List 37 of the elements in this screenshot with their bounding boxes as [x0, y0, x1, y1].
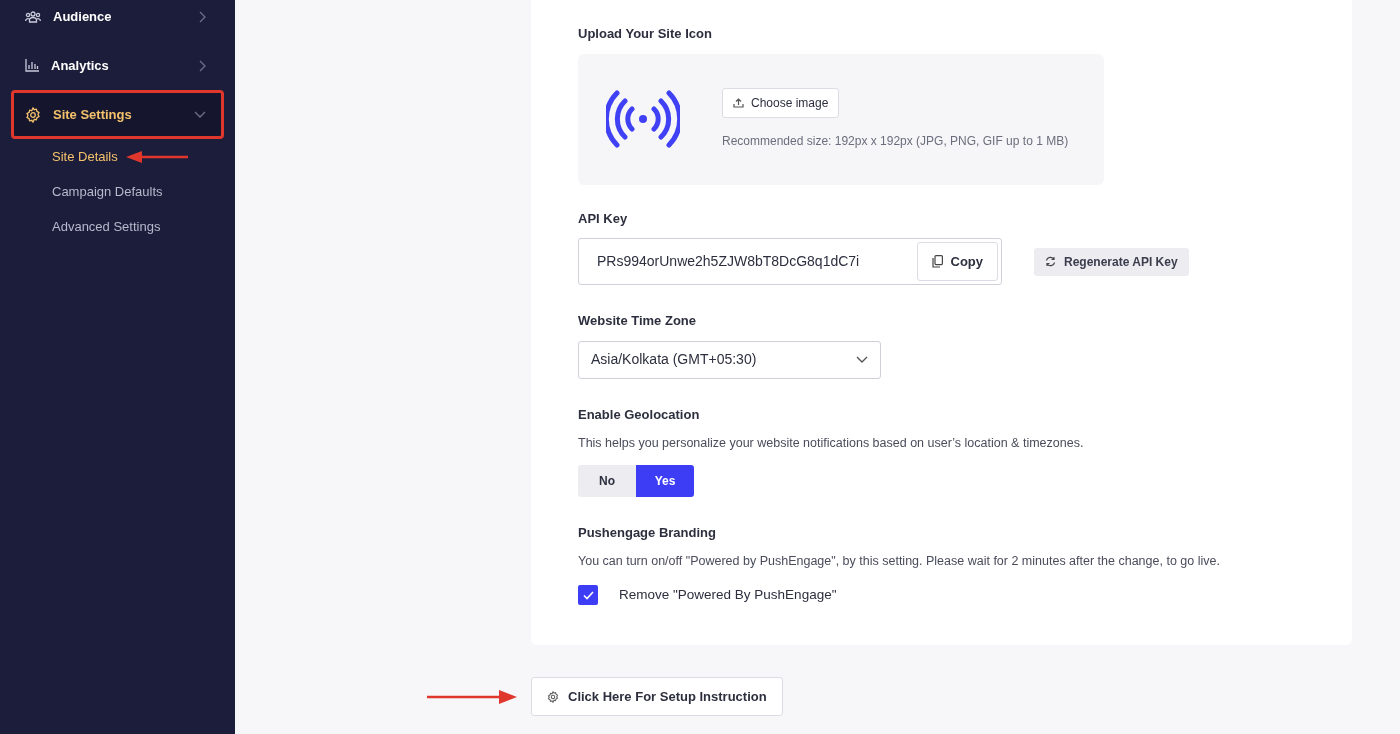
copy-icon: [931, 255, 943, 268]
submenu-link[interactable]: Site Details: [52, 146, 118, 167]
toggle-option[interactable]: No: [578, 464, 636, 497]
timezone-select[interactable]: Asia/Kolkata (GMT+05:30): [578, 340, 881, 379]
toggle-option[interactable]: Yes: [636, 464, 694, 497]
chevron-right-icon: [199, 10, 206, 23]
description-text: You can turn on/off "Powered by PushEngage", by this setting. Please wait for 2 minutes after the change, to go live.: [578, 553, 1221, 571]
section-label: Upload Your Site Icon: [578, 25, 713, 43]
sidebar-item[interactable]: Site Settings: [11, 90, 224, 139]
submenu-link[interactable]: Campaign Defaults: [52, 181, 163, 202]
section-label: API Key: [578, 209, 629, 228]
copy-button[interactable]: Copy: [916, 242, 998, 281]
section-label: Pushengage Branding: [578, 523, 717, 542]
chevron-down-icon: [194, 111, 206, 118]
broadcast-icon: [606, 89, 680, 149]
chevron-right-icon: [199, 59, 206, 72]
sidebar-item[interactable]: Analytics: [11, 41, 224, 90]
description-text: This helps you personalize your website notifications based on user’s location & timezones.: [578, 435, 1085, 452]
people-icon: [25, 10, 41, 23]
sidebar-item[interactable]: Audience: [11, 0, 224, 41]
size-hint: Recommended size: 192px x 192px (JPG, PNG, GIF up to 1 MB): [722, 133, 1069, 150]
upload-icon: [733, 98, 744, 108]
checkmark-icon: [582, 590, 594, 600]
section-label: Enable Geolocation: [578, 405, 701, 424]
bar-chart-icon: [25, 59, 39, 72]
gear-icon: [25, 106, 41, 123]
refresh-icon: [1045, 256, 1056, 267]
chevron-down-icon: [856, 356, 868, 363]
regenerate-button[interactable]: Regenerate API Key: [1034, 247, 1189, 276]
submenu-link[interactable]: Advanced Settings: [52, 216, 161, 237]
api-key-field[interactable]: PRs994orUnwe2h5ZJW8bT8DcG8q1dC7i Copy: [578, 238, 1002, 285]
setup-instruction-button[interactable]: Click Here For Setup Instruction: [531, 677, 783, 717]
gear-icon: [547, 690, 559, 703]
section-label: Website Time Zone: [578, 312, 697, 330]
checkbox-label: Remove "Powered By PushEngage": [619, 586, 837, 604]
choose-image-button[interactable]: Choose image: [722, 88, 840, 118]
checkbox[interactable]: [578, 585, 598, 606]
